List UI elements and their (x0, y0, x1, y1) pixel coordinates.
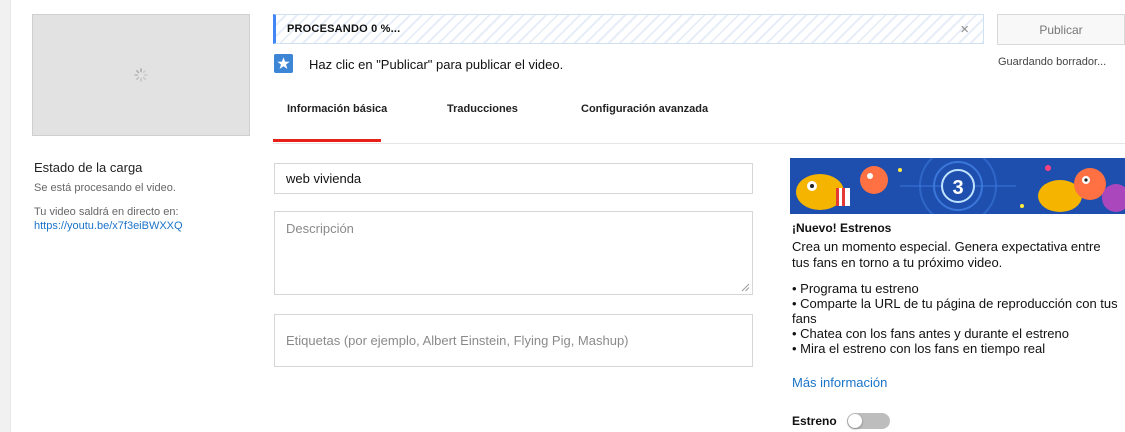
description-textarea[interactable]: Descripción (274, 211, 753, 295)
close-icon[interactable]: × (960, 21, 969, 38)
premiere-title: ¡Nuevo! Estrenos (792, 221, 892, 235)
description-placeholder: Descripción (286, 221, 354, 236)
publish-hint: Haz clic en "Publicar" para publicar el … (309, 57, 564, 72)
tags-input[interactable]: Etiquetas (por ejemplo, Albert Einstein,… (274, 314, 753, 367)
tags-placeholder: Etiquetas (por ejemplo, Albert Einstein,… (286, 333, 629, 348)
active-tab-indicator (273, 139, 381, 142)
resize-handle-icon[interactable] (741, 283, 750, 292)
tabs-divider (273, 143, 1125, 144)
premiere-toggle[interactable] (847, 413, 890, 429)
video-url-link[interactable]: https://youtu.be/x7f3eiBWXXQ (34, 220, 183, 232)
list-item: • Chatea con los fans antes y durante el… (792, 326, 1069, 341)
upload-live-text: Tu video saldrá en directo en: (34, 206, 179, 218)
list-item: • Programa tu estreno (792, 281, 919, 296)
progress-text: PROCESANDO 0 %... (287, 23, 401, 35)
upload-status-title: Estado de la carga (34, 160, 143, 175)
list-item: • Comparte la URL de tu página de reprod… (792, 296, 1118, 326)
star-icon (274, 54, 293, 73)
premiere-banner-illustration: 3 (790, 158, 1125, 214)
toggle-knob (848, 414, 862, 428)
tab-advanced-settings[interactable]: Configuración avanzada (581, 103, 708, 115)
page-left-edge (0, 0, 11, 432)
premiere-toggle-label: Estreno (792, 414, 837, 428)
more-info-link[interactable]: Más información (792, 375, 887, 390)
countdown-number: 3 (952, 177, 963, 199)
tab-basic-info[interactable]: Información básica (287, 103, 387, 115)
list-item: • Mira el estreno con los fans en tiempo… (792, 341, 1046, 356)
title-input[interactable] (274, 163, 753, 194)
premiere-description: Crea un momento especial. Genera expecta… (792, 239, 1101, 270)
publish-button[interactable]: Publicar (997, 14, 1125, 45)
loading-spinner-icon (134, 68, 148, 82)
video-thumbnail-placeholder (32, 14, 250, 136)
tab-translations[interactable]: Traducciones (447, 103, 518, 115)
saving-draft-status: Guardando borrador... (998, 56, 1107, 68)
upload-processing-text: Se está procesando el video. (34, 182, 176, 194)
processing-progress-bar: PROCESANDO 0 %... × (273, 14, 984, 44)
premiere-features-list: • Programa tu estreno • Comparte la URL … (792, 281, 1122, 356)
